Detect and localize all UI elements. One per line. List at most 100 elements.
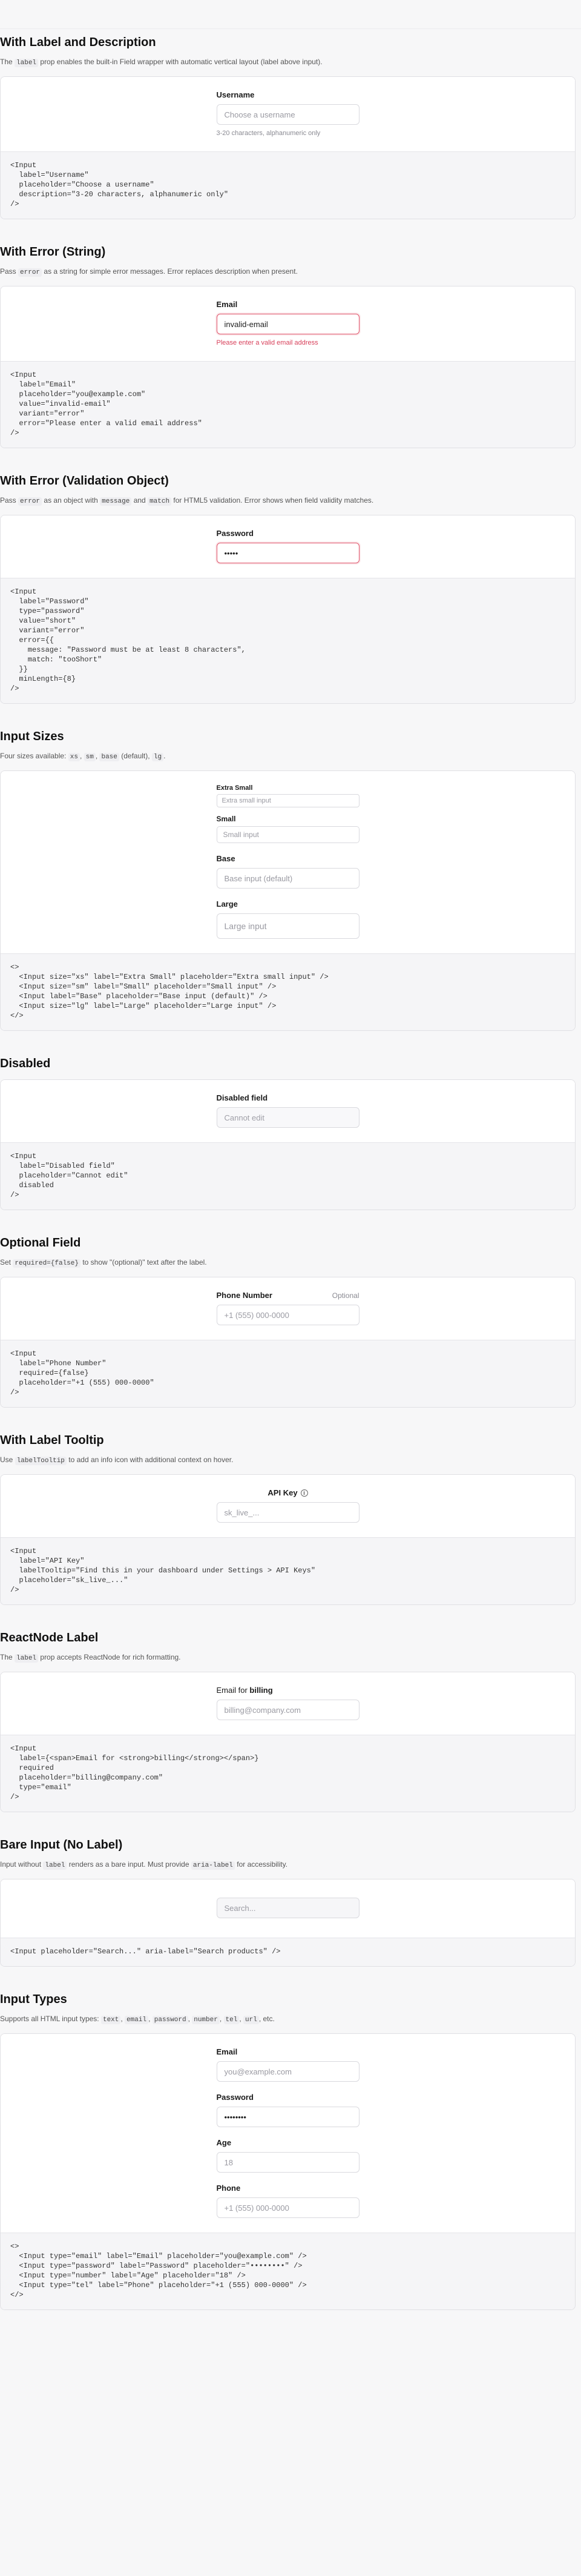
code-line: }} [10,665,28,674]
desc-code: text [100,2016,121,2024]
section-title: ReactNode Label [0,1631,99,1644]
code-line: placeholder="Choose a username" [10,180,154,189]
code-line: message: "Password must be at least 8 ch… [10,646,246,654]
code-line: label="Username" [10,171,89,179]
desc-text: . [163,752,166,760]
code-line: variant="error" [10,626,85,635]
disabled-input: Cannot edit [216,1107,359,1128]
section-title: With Error (String) [0,245,106,259]
code-line: <Input [10,588,37,596]
preview: Phone Number Optional +1 (555) 000-0000 [1,1277,575,1340]
desc-code: tel [223,2016,240,2024]
example-card: Password ••••• <Input label="Password" t… [0,515,576,704]
section-description: Four sizes available: xs, sm, base (defa… [0,752,166,761]
email-input[interactable]: you@example.com [216,2061,359,2082]
example-card: Search... <Input placeholder="Search..."… [0,1879,576,1967]
code-line: label="Password" [10,597,89,606]
code-line: placeholder="+1 (555) 000-0000" [10,1379,154,1387]
field-label: Large [217,899,359,909]
code-line: /> [10,1388,19,1397]
desc-code: message [100,497,132,506]
section-tooltip: With Label Tooltip Use labelTooltip to a… [0,1431,581,1605]
desc-code: sm [84,753,96,761]
desc-code: aria-label [191,1861,235,1870]
section-description: Pass error as an object with message and… [0,495,581,506]
code-line: description="3-20 characters, alphanumer… [10,190,229,199]
age-input[interactable]: 18 [216,2152,359,2173]
code-line: <Input [10,1349,37,1358]
code-line: value="short" [10,617,76,625]
desc-code: label [15,59,39,67]
code-line: label="API Key" [10,1557,85,1565]
example-card: Username Choose a username 3-20 characte… [0,76,576,219]
field-label: Small [216,815,236,823]
api-key-input[interactable]: sk_live_... [216,1502,359,1523]
password-input[interactable]: •••••••• [216,2107,359,2127]
section-title: Input Types [0,1993,67,2006]
label-text: Phone Number [216,1291,272,1300]
preview: API Key i sk_live_... [1,1475,575,1537]
field-label: Password [217,2093,359,2102]
sm-input[interactable]: Small input [216,826,359,843]
field-age: Age 18 [216,2138,359,2173]
code-line: /> [10,200,19,208]
code-line: error={{ [10,636,54,644]
desc-code: url [243,2016,259,2024]
section-input-sizes: Input Sizes Four sizes available: xs, sm… [0,727,581,1031]
field: Username Choose a username 3-20 characte… [216,90,359,137]
username-input[interactable]: Choose a username [216,104,359,125]
code-line: label="Phone Number" [10,1359,107,1368]
section-description: Input without label renders as a bare in… [0,1859,581,1870]
desc-code: email [125,2016,149,2024]
code-line: <Input label="Base" placeholder="Base in… [10,992,268,1001]
email-input[interactable]: invalid-email [216,314,359,334]
field-xs: Extra Small Extra small input [216,784,359,807]
label-text: Phone [216,2184,241,2193]
section-description: Supports all HTML input types: text, ema… [0,2015,275,2024]
code-line: <Input [10,371,37,379]
desc-text: as an object with [44,496,98,505]
field-phone: Phone +1 (555) 000-0000 [216,2184,359,2218]
code-block: <Input label="Disabled field" placeholde… [1,1142,575,1210]
lg-input[interactable]: Large input [216,913,359,939]
desc-text: as a string for simple error messages. E… [44,267,298,276]
code-line: variant="error" [10,409,85,418]
label-text: Username [216,90,255,99]
field: Email for billing billing@company.com [216,1686,359,1720]
code-line: <> [10,963,19,972]
desc-text: renders as a bare input. Must provide [68,1860,189,1869]
section-title: Disabled [0,1057,51,1070]
desc-text: to add an info icon with additional cont… [68,1455,234,1464]
search-input[interactable]: Search... [216,1898,359,1918]
xs-input[interactable]: Extra small input [216,794,359,807]
code-line: minLength={8} [10,675,76,683]
code-line: </> [10,2291,24,2299]
section-label-description: With Label and Description The label pro… [0,33,581,219]
phone-input[interactable]: +1 (555) 000-0000 [216,2197,359,2218]
section-title: With Label and Description [0,36,156,49]
section-optional: Optional Field Set required={false} to s… [0,1233,581,1408]
code-line: <Input [10,161,37,170]
section-disabled: Disabled Disabled field Cannot edit <Inp… [0,1054,581,1210]
base-input[interactable]: Base input (default) [216,868,359,889]
desc-text: prop enables the built-in Field wrapper … [40,58,323,66]
desc-text: Four sizes available: [0,752,67,760]
desc-text: , etc. [258,2015,275,2023]
label-text: Base [216,854,235,863]
code-line: <Input type="tel" label="Phone" placehol… [10,2281,307,2290]
info-icon[interactable]: i [300,1489,308,1497]
desc-code: label [43,1861,67,1870]
code-line: required [10,1764,54,1772]
phone-input[interactable]: +1 (555) 000-0000 [216,1305,359,1325]
field-label: Extra Small [216,784,253,792]
field: Password ••••• [216,529,359,563]
desc-code: required={false} [13,1259,80,1268]
code-line: </> [10,1012,24,1020]
code-line: labelTooltip="Find this in your dashboar… [10,1566,316,1575]
field-label: Base [217,854,359,863]
example-card: Email you@example.com Password •••••••• … [0,2033,576,2310]
field: API Key i sk_live_... [216,1488,359,1523]
billing-email-input[interactable]: billing@company.com [216,1700,359,1720]
desc-text: Supports all HTML input types: [0,2015,99,2023]
password-input[interactable]: ••••• [216,543,359,563]
